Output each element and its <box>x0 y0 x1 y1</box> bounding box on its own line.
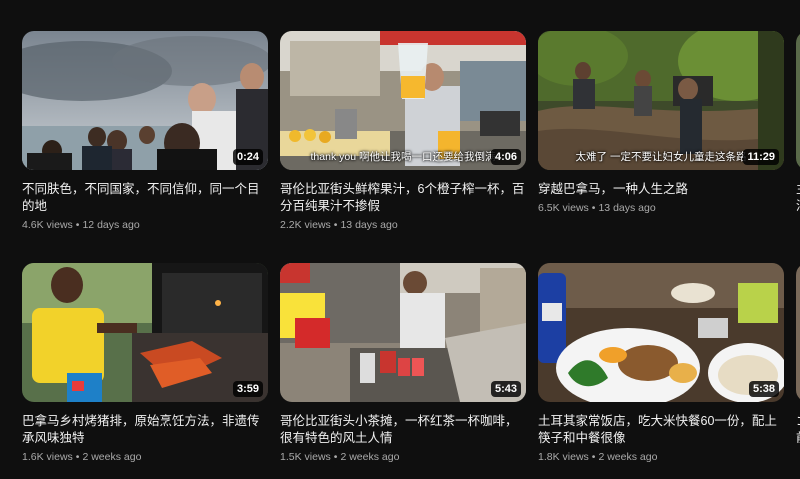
duration-badge: 5:38 <box>748 381 779 397</box>
video-thumbnail[interactable]: 太难了 一定不要让妇女儿童走这条路 11:29 <box>538 31 784 170</box>
video-card[interactable]: thank you 啊他让我喝一口还要给我倒满 4:06 哥伦比亚街头鲜榨果汁，… <box>280 31 526 231</box>
video-card[interactable]: 5:38 土耳其家常饭店，吃大米快餐60一份，配上筷子和中餐很像 1.8K vi… <box>538 263 784 463</box>
thumbnail-image <box>22 31 268 170</box>
next-video-title[interactable]: 主 湛 <box>796 181 800 215</box>
next-video-thumbnail[interactable] <box>796 31 800 170</box>
duration-badge: 4:06 <box>490 149 521 165</box>
upload-age: 13 days ago <box>340 219 398 231</box>
video-title[interactable]: 哥伦比亚街头小茶摊，一杯红茶一杯咖啡，很有特色的风土人情 <box>280 413 526 447</box>
video-meta: 1.6K views • 2 weeks ago <box>22 451 142 463</box>
duration-badge: 5:43 <box>490 381 521 397</box>
video-grid: 0:24 不同肤色，不同国家，不同信仰，同一个目的地 4.6K views • 12… <box>0 0 800 479</box>
video-card[interactable]: 3:59 巴拿马乡村烤猪排，原始烹饪方法，非遗传承风味独特 1.6K views… <box>22 263 268 463</box>
video-title[interactable]: 哥伦比亚街头鲜榨果汁，6个橙子榨一杯，百分百纯果汁不掺假 <box>280 181 526 215</box>
next-video-thumbnail[interactable] <box>796 263 800 402</box>
view-count: 2.2K views <box>280 219 331 231</box>
upload-age: 2 weeks ago <box>340 451 400 463</box>
video-meta: 6.5K views • 13 days ago <box>538 202 656 214</box>
upload-age: 2 weeks ago <box>82 451 142 463</box>
view-count: 1.6K views <box>22 451 73 463</box>
view-count: 6.5K views <box>538 202 589 214</box>
thumbnail-image <box>22 263 268 402</box>
video-card[interactable]: 0:24 不同肤色，不同国家，不同信仰，同一个目的地 4.6K views • 12… <box>22 31 268 231</box>
upload-age: 12 days ago <box>82 219 140 231</box>
video-title[interactable]: 土耳其家常饭店，吃大米快餐60一份，配上筷子和中餐很像 <box>538 413 784 447</box>
video-thumbnail[interactable]: 0:24 <box>22 31 268 170</box>
video-meta: 2.2K views • 13 days ago <box>280 219 398 231</box>
view-count: 1.8K views <box>538 451 589 463</box>
video-thumbnail[interactable]: thank you 啊他让我喝一口还要给我倒满 4:06 <box>280 31 526 170</box>
video-meta: 4.6K views • 12 days ago <box>22 219 140 231</box>
video-card[interactable]: 太难了 一定不要让妇女儿童走这条路 11:29 穿越巴拿马，一种人生之路 6.5… <box>538 31 784 214</box>
upload-age: 13 days ago <box>598 202 656 214</box>
view-count: 4.6K views <box>22 219 73 231</box>
thumbnail-image <box>280 263 526 402</box>
view-count: 1.5K views <box>280 451 331 463</box>
duration-badge: 0:24 <box>232 149 263 165</box>
duration-badge: 11:29 <box>743 149 779 165</box>
video-subtitle: thank you 啊他让我喝一口还要给我倒满 <box>310 151 496 163</box>
video-thumbnail[interactable]: 5:38 <box>538 263 784 402</box>
video-title[interactable]: 不同肤色，不同国家，不同信仰，同一个目的地 <box>22 181 268 215</box>
video-thumbnail[interactable]: 3:59 <box>22 263 268 402</box>
video-meta: 1.5K views • 2 weeks ago <box>280 451 400 463</box>
video-meta: 1.8K views • 2 weeks ago <box>538 451 658 463</box>
video-card[interactable]: 5:43 哥伦比亚街头小茶摊，一杯红茶一杯咖啡，很有特色的风土人情 1.5K v… <box>280 263 526 463</box>
upload-age: 2 weeks ago <box>598 451 658 463</box>
video-thumbnail[interactable]: 5:43 <box>280 263 526 402</box>
video-title[interactable]: 巴拿马乡村烤猪排，原始烹饪方法，非遗传承风味独特 <box>22 413 268 447</box>
duration-badge: 3:59 <box>232 381 263 397</box>
thumbnail-image <box>538 263 784 402</box>
next-video-title[interactable]: ゴ 前 <box>796 413 800 447</box>
video-title[interactable]: 穿越巴拿马，一种人生之路 <box>538 181 784 198</box>
